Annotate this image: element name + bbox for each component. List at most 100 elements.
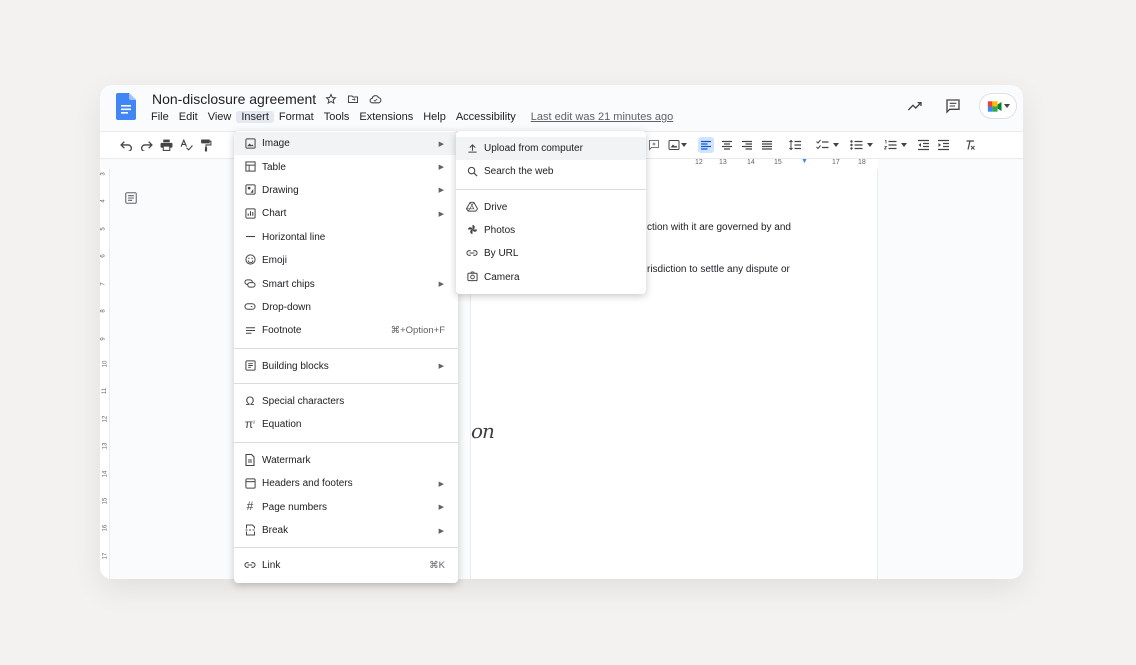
- submenu-item-photos[interactable]: Photos: [456, 219, 646, 242]
- menu-edit[interactable]: Edit: [174, 111, 203, 123]
- paint-format-icon[interactable]: [198, 137, 214, 153]
- menu-item-horizontal-line[interactable]: Horizontal line: [234, 226, 458, 249]
- increase-indent-icon[interactable]: [935, 137, 951, 153]
- menu-item-page-numbers[interactable]: # Page numbers ▶: [234, 495, 458, 518]
- ruler-label: 4: [100, 199, 107, 203]
- checklist-dropdown-icon[interactable]: [832, 137, 840, 153]
- menu-separator: [234, 547, 458, 549]
- line-spacing-icon[interactable]: [787, 137, 803, 153]
- menu-item-image[interactable]: Image ▶: [234, 132, 458, 156]
- upload-icon: [466, 142, 478, 154]
- document-outline-icon[interactable]: [124, 191, 138, 205]
- submenu-item-label: Camera: [484, 271, 520, 283]
- align-left-icon[interactable]: [698, 137, 714, 153]
- numbered-list-dropdown-icon[interactable]: [900, 137, 908, 153]
- menu-item-table[interactable]: Table ▶: [234, 155, 458, 178]
- break-icon: [244, 524, 256, 536]
- menu-item-chart[interactable]: Chart ▶: [234, 202, 458, 225]
- bulleted-list-icon[interactable]: [848, 137, 864, 153]
- submenu-item-by-url[interactable]: By URL: [456, 242, 646, 265]
- menu-item-label: Footnote: [262, 325, 302, 337]
- menu-item-emoji[interactable]: Emoji: [234, 249, 458, 272]
- menu-item-smart-chips[interactable]: Smart chips ▶: [234, 272, 458, 295]
- menu-accessibility[interactable]: Accessibility: [451, 111, 521, 123]
- checklist-icon[interactable]: [814, 137, 830, 153]
- last-edit-link[interactable]: Last edit was 21 minutes ago: [531, 111, 673, 123]
- docs-logo-icon[interactable]: [116, 93, 136, 120]
- bulleted-list-dropdown-icon[interactable]: [866, 137, 874, 153]
- menu-format[interactable]: Format: [274, 111, 319, 123]
- menu-item-label: Page numbers: [262, 501, 328, 513]
- insert-comment-icon[interactable]: [646, 137, 662, 153]
- submenu-item-label: Search the web: [484, 166, 554, 178]
- meet-dropdown-icon: [1003, 104, 1010, 108]
- menu-separator: [456, 188, 646, 190]
- ruler-label: 14: [747, 159, 755, 166]
- meet-icon: [987, 100, 1001, 112]
- menu-item-label: Emoji: [262, 255, 288, 267]
- ruler-label: 5: [100, 227, 107, 231]
- menu-item-label: Watermark: [262, 454, 311, 466]
- menu-item-watermark[interactable]: Watermark: [234, 449, 458, 472]
- clear-formatting-icon[interactable]: [962, 137, 978, 153]
- spellcheck-icon[interactable]: [178, 137, 194, 153]
- submenu-item-search-the-web[interactable]: Search the web: [456, 160, 646, 183]
- menu-item-label: Headers and footers: [262, 478, 353, 490]
- submenu-item-camera[interactable]: Camera: [456, 265, 646, 288]
- ruler-label: 12: [102, 415, 109, 423]
- ruler-label: 13: [102, 442, 109, 450]
- ruler-label: 7: [100, 282, 107, 286]
- menu-insert[interactable]: Insert: [236, 111, 274, 123]
- activity-trend-icon[interactable]: [903, 94, 927, 118]
- submenu-arrow-icon: ▶: [438, 187, 444, 195]
- justify-icon[interactable]: [759, 137, 775, 153]
- ruler-label: 15: [102, 497, 109, 505]
- menu-item-equation[interactable]: π² Equation: [234, 413, 458, 436]
- menu-item-label: Equation: [262, 419, 302, 431]
- menu-item-label: Table: [262, 161, 286, 173]
- menu-item-headers-and-footers[interactable]: Headers and footers ▶: [234, 472, 458, 495]
- numbered-list-icon[interactable]: [882, 137, 898, 153]
- hash-icon: #: [246, 499, 254, 514]
- footnote-icon: [244, 324, 256, 336]
- ruler-label: 13: [719, 159, 727, 166]
- menu-item-break[interactable]: Break ▶: [234, 519, 458, 542]
- cloud-status-icon[interactable]: [366, 90, 384, 108]
- ruler-label: 9: [100, 337, 107, 341]
- submenu-item-drive[interactable]: Drive: [456, 196, 646, 219]
- vertical-ruler[interactable]: 3 4 5 6 7 8 9 10 11 12 13 14 15 16 17: [100, 169, 110, 579]
- horizontal-line-icon: [244, 231, 256, 243]
- meet-button[interactable]: [979, 93, 1017, 119]
- insert-image-dropdown-icon[interactable]: [680, 137, 688, 153]
- align-right-icon[interactable]: [739, 137, 755, 153]
- redo-icon[interactable]: [138, 137, 154, 153]
- submenu-item-label: Upload from computer: [484, 143, 583, 155]
- comment-icon[interactable]: [941, 94, 965, 118]
- menu-item-label: Drop-down: [262, 301, 311, 313]
- menu-file[interactable]: File: [146, 111, 174, 123]
- align-center-icon[interactable]: [719, 137, 735, 153]
- menu-item-footnote[interactable]: Footnote ⌘+Option+F: [234, 319, 458, 342]
- ruler-label: 3: [100, 172, 107, 176]
- undo-icon[interactable]: [118, 137, 134, 153]
- decrease-indent-icon[interactable]: [915, 137, 931, 153]
- move-folder-icon[interactable]: [344, 90, 362, 108]
- menu-item-building-blocks[interactable]: Building blocks ▶: [234, 355, 458, 378]
- star-icon[interactable]: [322, 90, 340, 108]
- menu-item-drawing[interactable]: Drawing ▶: [234, 179, 458, 202]
- menu-item-label: Image: [262, 138, 290, 150]
- ruler-label: 12: [695, 159, 703, 166]
- menu-item-special-characters[interactable]: Ω Special characters: [234, 390, 458, 413]
- print-icon[interactable]: [158, 137, 174, 153]
- shortcut-label: ⌘+Option+F: [390, 325, 445, 337]
- ruler-label: 6: [100, 254, 107, 258]
- menu-help[interactable]: Help: [418, 111, 451, 123]
- menu-view[interactable]: View: [203, 111, 237, 123]
- menu-item-drop-down[interactable]: Drop-down: [234, 296, 458, 319]
- document-title[interactable]: Non-disclosure agreement: [152, 91, 316, 107]
- indent-marker-icon[interactable]: ▼: [801, 158, 808, 165]
- menu-tools[interactable]: Tools: [319, 111, 355, 123]
- menu-item-link[interactable]: Link ⌘K: [234, 554, 458, 577]
- menu-extensions[interactable]: Extensions: [354, 111, 418, 123]
- submenu-item-upload-from-computer[interactable]: Upload from computer: [456, 137, 646, 161]
